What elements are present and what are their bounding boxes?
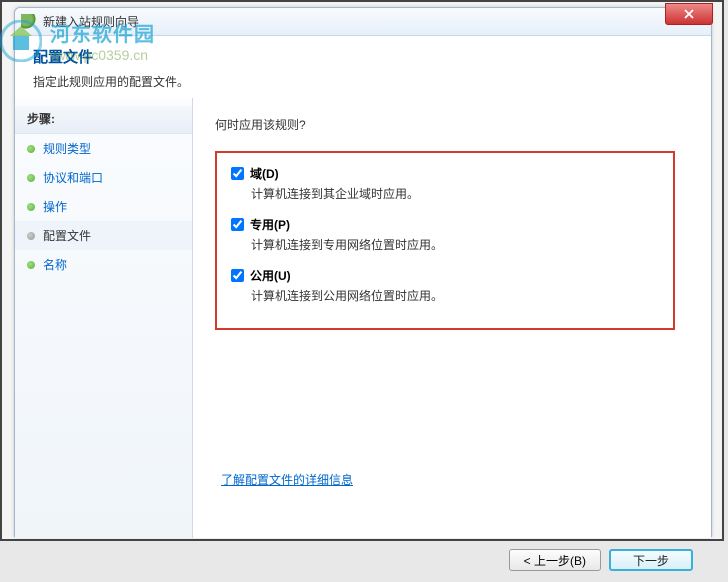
next-button[interactable]: 下一步	[609, 549, 693, 571]
watermark: 河东软件园 www.pc0359.cn	[0, 18, 155, 63]
step-label: 名称	[43, 256, 67, 273]
private-desc: 计算机连接到专用网络位置时应用。	[231, 236, 659, 253]
bullet-icon	[27, 145, 35, 153]
step-protocol-port[interactable]: 协议和端口	[15, 163, 192, 192]
domain-desc: 计算机连接到其企业域时应用。	[231, 185, 659, 202]
step-label: 配置文件	[43, 227, 91, 244]
domain-checkbox[interactable]	[231, 167, 244, 180]
option-domain: 域(D) 计算机连接到其企业域时应用。	[231, 165, 659, 202]
step-profile[interactable]: 配置文件	[15, 221, 192, 250]
page-subtitle: 指定此规则应用的配置文件。	[33, 73, 693, 90]
learn-more-link[interactable]: 了解配置文件的详细信息	[221, 471, 353, 488]
question-text: 何时应用该规则?	[215, 116, 689, 133]
watermark-site-name: 河东软件园	[50, 18, 155, 47]
step-label: 协议和端口	[43, 169, 103, 186]
watermark-site-url: www.pc0359.cn	[50, 47, 155, 63]
back-button[interactable]: < 上一步(B)	[509, 549, 601, 571]
option-public: 公用(U) 计算机连接到公用网络位置时应用。	[231, 267, 659, 304]
close-button[interactable]	[665, 3, 713, 25]
wizard-window: 新建入站规则向导 配置文件 指定此规则应用的配置文件。 步骤: 规则类型 协议和…	[14, 7, 712, 537]
option-private: 专用(P) 计算机连接到专用网络位置时应用。	[231, 216, 659, 253]
main-panel: 何时应用该规则? 域(D) 计算机连接到其企业域时应用。 专用(P)	[193, 98, 711, 538]
step-label: 操作	[43, 198, 67, 215]
public-label: 公用(U)	[250, 267, 291, 284]
step-rule-type[interactable]: 规则类型	[15, 134, 192, 163]
step-label: 规则类型	[43, 140, 91, 157]
public-checkbox[interactable]	[231, 269, 244, 282]
public-desc: 计算机连接到公用网络位置时应用。	[231, 287, 659, 304]
bullet-icon	[27, 232, 35, 240]
bullet-icon	[27, 174, 35, 182]
domain-label: 域(D)	[250, 165, 279, 182]
step-action[interactable]: 操作	[15, 192, 192, 221]
steps-heading: 步骤:	[15, 106, 192, 134]
bullet-icon	[27, 203, 35, 211]
private-checkbox[interactable]	[231, 218, 244, 231]
step-name[interactable]: 名称	[15, 250, 192, 279]
profiles-box: 域(D) 计算机连接到其企业域时应用。 专用(P) 计算机连接到专用网络位置时应…	[215, 151, 675, 330]
private-label: 专用(P)	[250, 216, 290, 233]
steps-sidebar: 步骤: 规则类型 协议和端口 操作 配置文件	[15, 98, 193, 538]
watermark-logo-icon	[0, 20, 42, 62]
close-icon	[684, 9, 694, 19]
bullet-icon	[27, 261, 35, 269]
